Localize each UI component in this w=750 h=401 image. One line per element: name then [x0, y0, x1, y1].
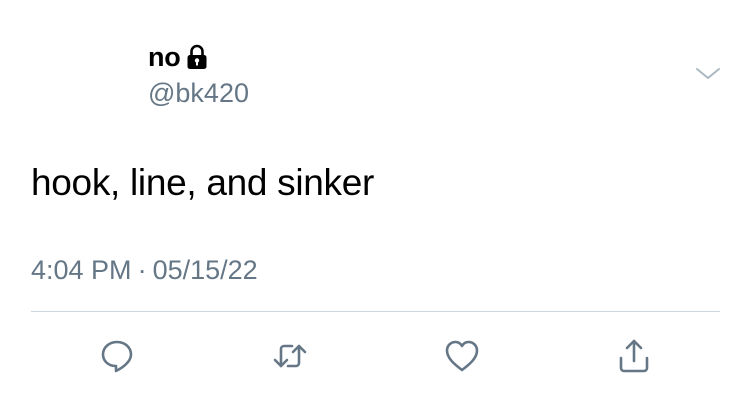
- author-name-row: no: [148, 40, 249, 74]
- tweet-date: 05/15/22: [152, 255, 258, 285]
- author-display-name[interactable]: no: [148, 42, 181, 73]
- heart-icon: [445, 340, 479, 372]
- share-icon: [619, 339, 649, 373]
- reply-button[interactable]: [95, 334, 139, 378]
- lock-icon: [186, 43, 208, 71]
- tweet-actions: [0, 334, 750, 378]
- tweet-timestamp[interactable]: 4:04 PM · 05/15/22: [31, 255, 258, 286]
- tweet-author: no @bk420: [148, 40, 249, 109]
- share-button[interactable]: [612, 334, 656, 378]
- chevron-down-icon[interactable]: [695, 63, 721, 83]
- retweet-icon: [273, 344, 307, 368]
- author-handle[interactable]: @bk420: [148, 78, 249, 109]
- tweet-time: 4:04 PM: [31, 255, 132, 285]
- retweet-button[interactable]: [268, 334, 312, 378]
- tweet-card: no @bk420 hook, line, and sinker 4:04 PM…: [0, 0, 750, 401]
- like-button[interactable]: [440, 334, 484, 378]
- meta-separator: ·: [137, 255, 147, 285]
- reply-icon: [101, 340, 133, 373]
- divider: [31, 311, 720, 312]
- tweet-text: hook, line, and sinker: [31, 162, 375, 203]
